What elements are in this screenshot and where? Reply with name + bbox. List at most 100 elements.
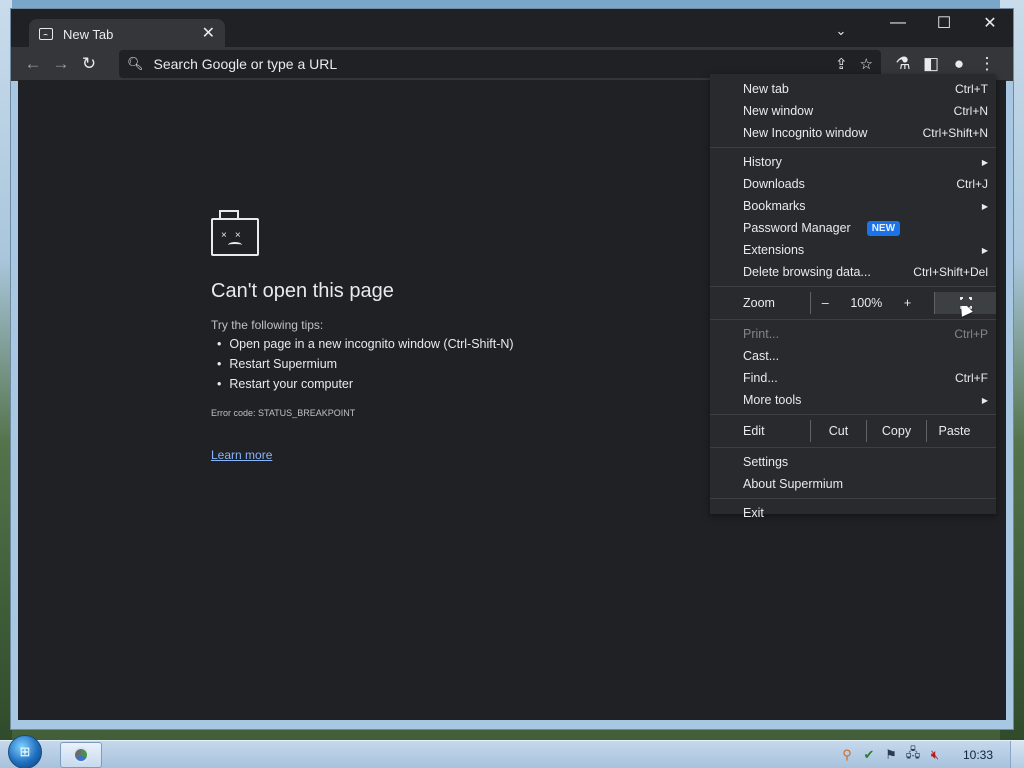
- menu-item-label: Bookmarks: [743, 199, 806, 213]
- network-icon[interactable]: 🖧︎: [902, 744, 924, 766]
- taskbar-browser-button[interactable]: [60, 741, 102, 768]
- tab-search-chevron-icon[interactable]: ⌄: [829, 19, 853, 43]
- menu-separator: [710, 319, 996, 320]
- forward-arrow-icon[interactable]: →: [47, 50, 75, 78]
- menu-item-bookmarks[interactable]: Bookmarks ▶: [710, 195, 996, 217]
- windows-taskbar: ⊞ ⚲ ✔ ⚑ 🖧︎ 🔇︎ 10:33: [0, 734, 1024, 768]
- search-tray-icon[interactable]: ⚲: [836, 747, 858, 763]
- reload-icon[interactable]: ↻: [75, 50, 103, 78]
- paste-button[interactable]: Paste: [926, 420, 982, 442]
- error-title: Can't open this page: [211, 280, 394, 302]
- tip-item: Restart your computer: [217, 374, 514, 394]
- minimize-button[interactable]: —: [875, 9, 921, 37]
- error-code: Error code: STATUS_BREAKPOINT: [211, 408, 356, 418]
- share-icon[interactable]: ⇪: [835, 55, 848, 73]
- menu-item-label: Cast...: [743, 349, 780, 363]
- menu-item-new-window[interactable]: New window Ctrl+N: [710, 100, 996, 122]
- menu-item-label: New window: [743, 104, 814, 118]
- browser-main-menu: New tab Ctrl+T New window Ctrl+N New Incog…: [710, 74, 996, 520]
- back-arrow-icon[interactable]: ←: [19, 50, 47, 78]
- security-shield-icon[interactable]: ✔: [858, 747, 880, 763]
- edit-label: Edit: [743, 424, 765, 438]
- clock[interactable]: 10:33: [946, 748, 1010, 762]
- menu-item-new-incognito[interactable]: New Incognito window Ctrl+Shift+N: [710, 122, 996, 144]
- menu-separator: [710, 447, 996, 448]
- menu-zoom-row: Zoom – 100% +: [710, 290, 996, 316]
- search-icon: 🔍︎: [127, 56, 144, 71]
- menu-item-label: New tab: [743, 82, 789, 96]
- menu-item-label: Extensions: [743, 243, 805, 257]
- menu-item-label: Find...: [743, 371, 778, 385]
- menu-item-label: Print...: [743, 327, 780, 341]
- cut-button[interactable]: Cut: [810, 420, 866, 442]
- menu-item-about[interactable]: About Supermium: [710, 473, 996, 495]
- menu-item-print[interactable]: Print... Ctrl+P: [710, 323, 996, 345]
- zoom-out-button[interactable]: –: [822, 296, 829, 310]
- close-window-button[interactable]: ✕: [967, 9, 1013, 37]
- menu-item-shortcut: Ctrl+Shift+Del: [913, 265, 988, 279]
- menu-item-find[interactable]: Find... Ctrl+F: [710, 367, 996, 389]
- new-badge: NEW: [866, 220, 901, 236]
- menu-separator: [710, 286, 996, 287]
- zoom-level: 100%: [850, 296, 883, 310]
- tip-item: Open page in a new incognito window (Ctr…: [217, 334, 513, 354]
- menu-item-extensions[interactable]: Extensions ▶: [710, 239, 996, 261]
- menu-item-history[interactable]: History ▶: [710, 151, 996, 173]
- zoom-control: – 100% +: [810, 292, 922, 314]
- submenu-arrow-icon: ▶: [981, 201, 988, 211]
- menu-item-label: Settings: [743, 455, 789, 469]
- sad-folder-icon: ××: [211, 210, 259, 256]
- tab-title: New Tab: [63, 26, 114, 42]
- learn-more-link[interactable]: Learn more: [211, 448, 272, 462]
- volume-muted-icon[interactable]: 🔇︎: [924, 747, 946, 763]
- bookmark-star-icon[interactable]: ☆: [860, 55, 873, 73]
- menu-item-shortcut: Ctrl+P: [954, 327, 988, 341]
- tip-item: Restart Supermium: [217, 354, 514, 374]
- zoom-label: Zoom: [743, 296, 775, 310]
- menu-edit-row: Edit Cut Copy Paste: [710, 418, 996, 444]
- menu-item-label: Downloads: [743, 177, 805, 191]
- menu-item-exit[interactable]: Exit: [710, 502, 996, 524]
- menu-item-label: About Supermium: [743, 477, 844, 491]
- menu-item-delete-browsing-data[interactable]: Delete browsing data... Ctrl+Shift+Del: [710, 261, 996, 283]
- menu-item-label: History: [743, 155, 782, 169]
- title-bar[interactable]: New Tab ✕ ⌄ — ☐ ✕: [11, 9, 1013, 49]
- browser-app-icon: [73, 746, 89, 763]
- menu-item-shortcut: Ctrl+F: [955, 371, 988, 385]
- sad-tab-icon: [39, 28, 53, 40]
- menu-item-label: New Incognito window: [743, 126, 868, 140]
- tips-list: Open page in a new incognito window (Ctr…: [217, 334, 514, 394]
- menu-item-password-manager[interactable]: Password Manager NEW: [710, 217, 996, 239]
- menu-item-settings[interactable]: Settings: [710, 451, 996, 473]
- menu-separator: [710, 414, 996, 415]
- menu-item-shortcut: Ctrl+N: [953, 104, 988, 118]
- menu-separator: [710, 147, 996, 148]
- menu-item-shortcut: Ctrl+J: [956, 177, 988, 191]
- tab-close-icon[interactable]: ✕: [202, 26, 215, 42]
- menu-item-downloads[interactable]: Downloads Ctrl+J: [710, 173, 996, 195]
- show-desktop-button[interactable]: [1010, 741, 1024, 768]
- menu-item-new-tab[interactable]: New tab Ctrl+T: [710, 78, 996, 100]
- menu-item-more-tools[interactable]: More tools ▶: [710, 389, 996, 411]
- menu-item-shortcut: Ctrl+Shift+N: [922, 126, 988, 140]
- omnibox-placeholder[interactable]: Search Google or type a URL: [154, 56, 823, 72]
- menu-item-label: Exit: [743, 506, 764, 520]
- maximize-button[interactable]: ☐: [921, 9, 967, 37]
- tips-heading: Try the following tips:: [211, 318, 324, 332]
- menu-item-label: Delete browsing data...: [743, 265, 871, 279]
- tab-new-tab[interactable]: New Tab ✕: [29, 19, 225, 49]
- zoom-in-button[interactable]: +: [904, 296, 911, 310]
- menu-item-label: More tools: [743, 393, 802, 407]
- submenu-arrow-icon: ▶: [981, 245, 988, 255]
- system-tray: ⚲ ✔ ⚑ 🖧︎ 🔇︎ 10:33: [836, 741, 1024, 768]
- menu-item-shortcut: Ctrl+T: [955, 82, 988, 96]
- menu-item-cast[interactable]: Cast...: [710, 345, 996, 367]
- window-controls: — ☐ ✕: [875, 9, 1013, 37]
- submenu-arrow-icon: ▶: [981, 157, 988, 167]
- menu-separator: [710, 498, 996, 499]
- submenu-arrow-icon: ▶: [981, 395, 988, 405]
- action-center-flag-icon[interactable]: ⚑: [880, 747, 902, 763]
- start-button[interactable]: ⊞: [8, 734, 42, 768]
- menu-item-label: Password Manager: [743, 221, 851, 235]
- copy-button[interactable]: Copy: [866, 420, 926, 442]
